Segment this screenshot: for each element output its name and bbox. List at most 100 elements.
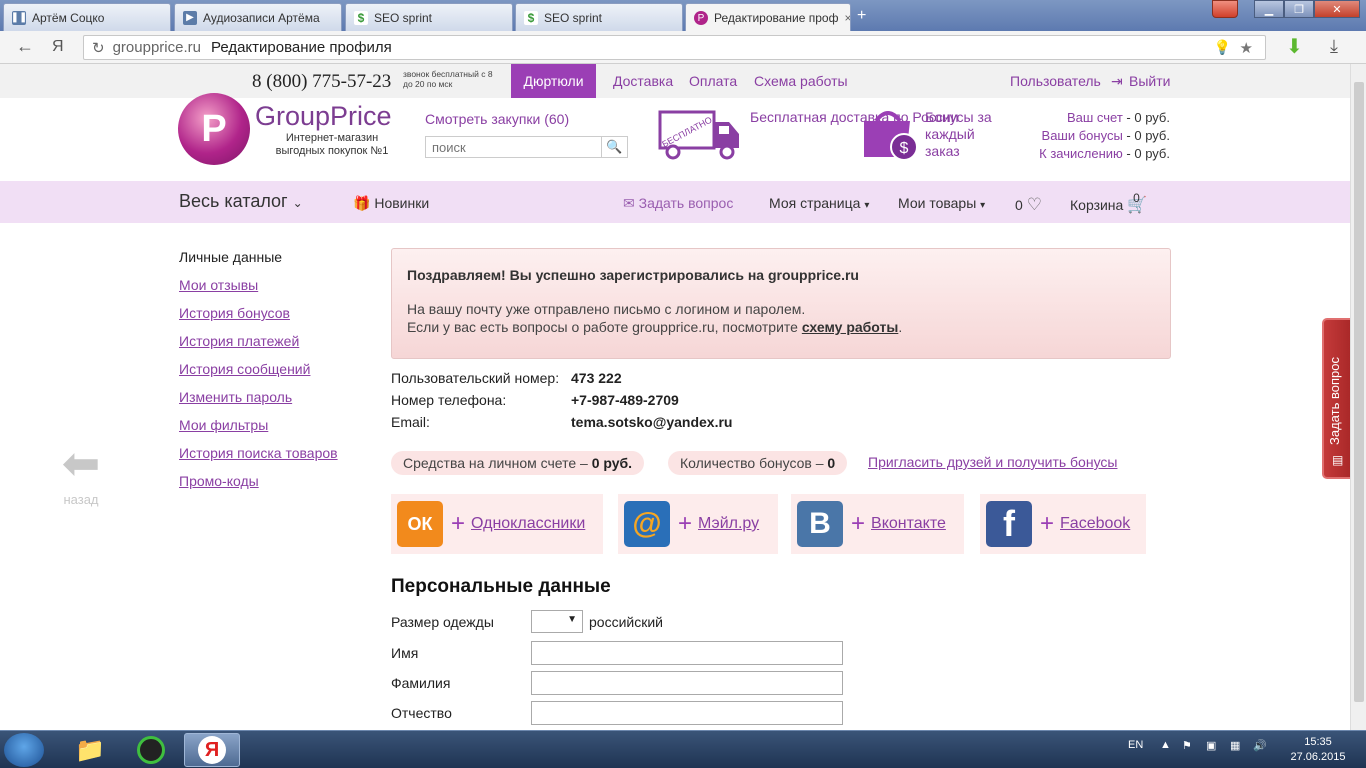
ask-question-side-tab[interactable]: Задать вопрос ▤	[1322, 318, 1352, 479]
taskbar-clock[interactable]: 15:35 27.06.2015	[1290, 735, 1346, 765]
first-name-label: Имя	[391, 645, 419, 661]
pending-link[interactable]: К зачислению	[1039, 146, 1123, 161]
logout-link[interactable]: Выйти	[1129, 73, 1170, 89]
sidebar-item-payment-history[interactable]: История платежей	[179, 333, 338, 361]
social-name[interactable]: Facebook	[1060, 515, 1130, 533]
catalog-menu[interactable]: Весь каталог ⌄	[179, 191, 303, 212]
logo-icon[interactable]: P	[178, 93, 250, 165]
back-arrow-icon: ⬅	[61, 437, 101, 489]
device-icon[interactable]: ▣	[1206, 739, 1216, 752]
windows-taskbar: 📁 Я EN ▲ ⚑ ▣ ▦ 🔊 15:35 27.06.2015	[0, 730, 1366, 768]
lightbulb-icon[interactable]: 💡	[1214, 39, 1231, 56]
url-field[interactable]: ↻ groupprice.ru Редактирование профиля 💡…	[83, 35, 1266, 60]
back-arrow-icon[interactable]: ←	[16, 36, 34, 57]
explorer-icon[interactable]: 📁	[62, 733, 118, 767]
sidebar-item-bonus-history[interactable]: История бонусов	[179, 305, 338, 333]
social-name[interactable]: Мэйл.ру	[698, 515, 759, 533]
social-facebook[interactable]: f + Facebook	[980, 494, 1146, 554]
last-name-field[interactable]	[531, 671, 843, 695]
sidebar-item-change-password[interactable]: Изменить пароль	[179, 389, 338, 417]
payment-link[interactable]: Оплата	[689, 73, 737, 89]
yandex-browser-glyph: Я	[198, 736, 226, 764]
vertical-scrollbar[interactable]	[1350, 64, 1366, 730]
notice-line-2: Если у вас есть вопросы о работе grouppr…	[407, 319, 1155, 335]
social-name[interactable]: Одноклассники	[471, 515, 585, 533]
groupprice-icon: P	[694, 11, 708, 25]
social-odnoklassniki[interactable]: ОК + Одноклассники	[391, 494, 603, 554]
logout-icon[interactable]: ⇥	[1111, 73, 1123, 90]
user-number-label: Пользовательский номер:	[391, 370, 560, 386]
phone-number: 8 (800) 775-57-23	[252, 71, 392, 92]
my-page-menu[interactable]: Моя страница ▾	[769, 195, 869, 211]
scrollbar-thumb[interactable]	[1354, 82, 1364, 702]
sidebar-item-filters[interactable]: Мои фильтры	[179, 417, 338, 445]
phone-label: Номер телефона:	[391, 392, 507, 408]
reload-icon[interactable]: ↻	[92, 39, 105, 57]
how-it-works-link[interactable]: схему работы	[802, 319, 899, 335]
start-button[interactable]	[4, 733, 44, 767]
sidebar-item-promo-codes[interactable]: Промо-коды	[179, 473, 338, 501]
plus-icon: +	[851, 510, 866, 537]
social-mailru[interactable]: @ + Мэйл.ру	[618, 494, 778, 554]
flag-icon[interactable]: ⚑	[1182, 739, 1192, 752]
clothing-size-label: Размер одежды	[391, 614, 494, 630]
delivery-link[interactable]: Доставка	[613, 73, 673, 89]
first-name-field[interactable]	[531, 641, 843, 665]
clock-date: 27.06.2015	[1290, 751, 1346, 763]
dollar-icon: $	[524, 10, 538, 25]
balance-link[interactable]: Ваш счет	[1067, 110, 1123, 125]
my-goods-menu[interactable]: Мои товары ▾	[898, 195, 985, 211]
facebook-icon: f	[986, 501, 1032, 547]
minimize-button[interactable]: ▁	[1254, 0, 1284, 18]
city-button[interactable]: Дюртюли	[511, 64, 596, 98]
download-arrow-icon[interactable]: ⬇	[1286, 34, 1303, 59]
how-it-works-link[interactable]: Схема работы	[754, 73, 848, 89]
app-green-icon[interactable]	[123, 733, 179, 767]
browser-tab[interactable]: $ SEO sprint	[345, 3, 513, 31]
yandex-logo[interactable]: Я	[52, 38, 64, 56]
browser-tab-active[interactable]: P Редактирование проф ×	[685, 3, 851, 32]
tray-expand-icon[interactable]: ▲	[1160, 739, 1171, 751]
sidebar-item-message-history[interactable]: История сообщений	[179, 361, 338, 389]
sidebar-item-reviews[interactable]: Мои отзывы	[179, 277, 338, 305]
bookmark-star-icon[interactable]: ★	[1240, 39, 1253, 57]
logo-name[interactable]: GroupPrice	[255, 101, 392, 132]
close-window-button[interactable]: ✕	[1314, 0, 1360, 18]
social-vkontakte[interactable]: B + Вконтакте	[791, 494, 964, 554]
social-name[interactable]: Вконтакте	[871, 515, 946, 533]
volume-icon[interactable]: 🔊	[1253, 739, 1267, 752]
cart-link[interactable]: Корзина 🛒0	[1070, 191, 1154, 215]
language-indicator[interactable]: EN	[1128, 739, 1143, 751]
view-purchases-link[interactable]: Смотреть закупки (60)	[425, 111, 569, 127]
tab-label: Редактирование проф	[714, 11, 839, 25]
notice-line-1: На вашу почту уже отправлено письмо с ло…	[407, 301, 806, 317]
search-icon[interactable]: 🔍	[601, 137, 627, 157]
maximize-button[interactable]: ❐	[1284, 0, 1314, 18]
yandex-browser-icon[interactable]: Я	[184, 733, 240, 767]
new-items-link[interactable]: 🎁 Новинки	[353, 195, 429, 212]
favorites-link[interactable]: 0 ♡	[1015, 195, 1042, 215]
sidebar-item-personal-data[interactable]: Личные данные	[179, 249, 338, 277]
phone-note: звонок бесплатный с 8 до 20 по мск	[403, 69, 493, 89]
user-link[interactable]: Пользователь	[1010, 73, 1101, 89]
browser-tab[interactable]: ▶ Аудиозаписи Артёма	[174, 3, 342, 31]
downloads-icon[interactable]: ⤓	[1330, 36, 1338, 57]
close-tab-icon[interactable]: ×	[838, 11, 850, 25]
search-input[interactable]	[426, 137, 602, 157]
pending-value: - 0 руб.	[1126, 146, 1170, 161]
tab-label: SEO sprint	[374, 10, 433, 25]
browser-tab[interactable]: ❚❚ Артём Соцко	[3, 3, 171, 31]
back-button[interactable]: ⬅ назад	[58, 440, 104, 507]
invite-friends-link[interactable]: Пригласить друзей и получить бонусы	[868, 454, 1117, 470]
browser-tab[interactable]: $ SEO sprint	[515, 3, 683, 31]
tab-label: SEO sprint	[544, 10, 603, 25]
yandex-menu-button[interactable]	[1212, 0, 1238, 18]
network-icon[interactable]: ▦	[1230, 739, 1240, 752]
clock-time: 15:35	[1304, 736, 1332, 748]
new-tab-button[interactable]: +	[857, 7, 866, 25]
bonuses-link[interactable]: Ваши бонусы	[1042, 128, 1123, 143]
sidebar-item-search-history[interactable]: История поиска товаров	[179, 445, 338, 473]
patronymic-field[interactable]	[531, 701, 843, 725]
ask-question-link[interactable]: ✉ Задать вопрос	[623, 195, 733, 212]
clothing-size-select[interactable]: ▼	[531, 610, 583, 633]
